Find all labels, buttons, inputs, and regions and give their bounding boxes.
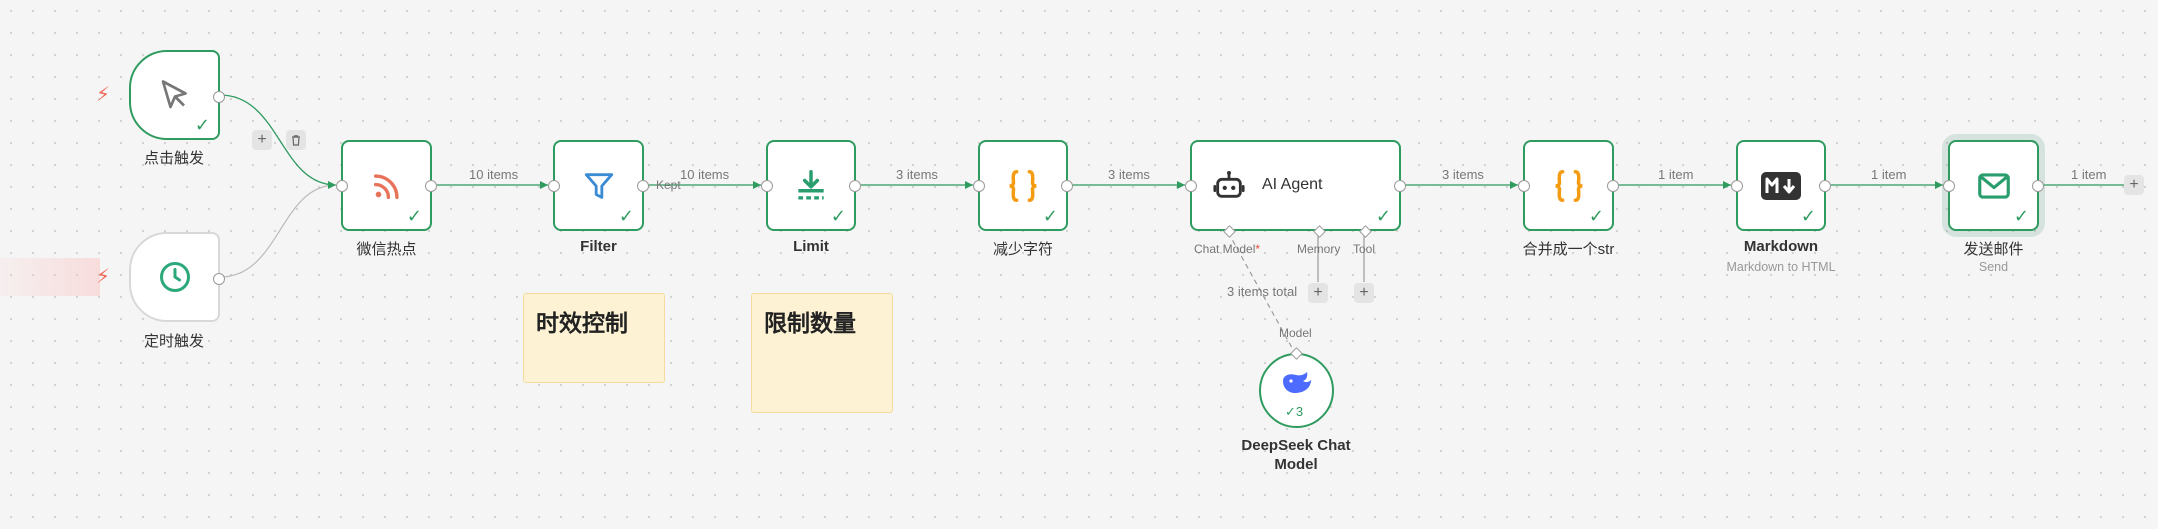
ai-agent-title: AI Agent: [1262, 176, 1323, 193]
manual-trigger-node[interactable]: ✓: [129, 50, 225, 140]
edge-label-reduce-agent: 3 items: [1108, 167, 1150, 182]
manual-trigger-label: 点击触发: [143, 150, 204, 167]
markdown-node[interactable]: ✓: [1731, 140, 1831, 231]
merge-string-label: 合并成一个str: [1522, 241, 1615, 258]
edge-label-agent-merge: 3 items: [1442, 167, 1484, 182]
ai-agent-node[interactable]: AI Agent ✓: [1185, 140, 1406, 238]
filter-icon: [584, 172, 613, 199]
success-check-icon: ✓: [1588, 206, 1604, 226]
clock-icon: [159, 262, 190, 292]
reduce-chars-label: 减少字符: [992, 241, 1053, 258]
merge-string-node[interactable]: ✓: [1518, 140, 1619, 231]
output-port[interactable]: [1061, 180, 1073, 192]
input-port[interactable]: [1731, 180, 1743, 192]
required-mark: *: [1255, 242, 1261, 256]
edge-label-merge-markdown: 1 item: [1658, 167, 1694, 182]
limit-node-label: Limit: [793, 238, 829, 255]
delete-connection-button[interactable]: [286, 130, 306, 150]
deepseek-label-line1: DeepSeek Chat: [1241, 437, 1351, 454]
model-port-label: Model: [1279, 326, 1312, 340]
sticky-note-title: 限制数量: [764, 310, 856, 336]
markdown-icon: [1761, 171, 1801, 200]
schedule-trigger-node[interactable]: [129, 232, 225, 322]
deepseek-model-label: DeepSeek Chat Model: [1216, 436, 1376, 474]
mail-icon: [1977, 172, 2010, 199]
deepseek-status: ✓3: [1285, 404, 1304, 419]
edge-label-rss-filter: 10 items: [469, 167, 519, 182]
add-next-node-button[interactable]: +: [2124, 175, 2144, 195]
success-check-icon: ✓: [2013, 206, 2029, 226]
rss-icon: [373, 173, 399, 199]
edge-label-limit-reduce: 3 items: [896, 167, 938, 182]
add-memory-button[interactable]: +: [1308, 283, 1328, 303]
success-check-icon: ✓: [1375, 206, 1391, 226]
rss-node[interactable]: ✓: [336, 140, 437, 231]
chat-model-text: Chat Model: [1194, 242, 1256, 256]
output-port[interactable]: [1607, 180, 1619, 192]
whale-icon: [1282, 372, 1311, 394]
edge-label-filter-limit: 10 items: [680, 167, 730, 182]
deepseek-label-line2: Model: [1274, 456, 1318, 473]
filter-node-label: Filter: [580, 238, 617, 255]
send-email-label: 发送邮件: [1963, 241, 2024, 258]
output-port[interactable]: [1394, 180, 1406, 192]
success-check-icon: ✓: [618, 206, 634, 226]
chat-model-port-label: Chat Model*: [1194, 242, 1260, 256]
robot-icon: [1213, 170, 1245, 198]
filter-node[interactable]: ✓: [548, 140, 649, 231]
send-email-node[interactable]: ✓: [1943, 140, 2044, 231]
success-check-icon: ✓: [830, 206, 846, 226]
memory-port-label: Memory: [1297, 242, 1341, 256]
schedule-trigger-label: 定时触发: [143, 333, 204, 350]
markdown-node-label: Markdown: [1743, 238, 1819, 255]
success-check-icon: ✓: [194, 115, 210, 135]
send-email-subtitle: Send: [1978, 260, 2009, 274]
input-port[interactable]: [1185, 180, 1197, 192]
filter-output-label: Kept: [656, 178, 681, 192]
output-port[interactable]: [425, 180, 437, 192]
input-port[interactable]: [1943, 180, 1955, 192]
trigger-bolt-icon: ⚡: [96, 266, 111, 288]
success-check-icon: ✓: [406, 206, 422, 226]
output-port[interactable]: [1819, 180, 1831, 192]
markdown-node-subtitle: Markdown to HTML: [1726, 260, 1836, 274]
sticky-note-title: 时效控制: [536, 310, 628, 336]
add-tool-button[interactable]: +: [1354, 283, 1374, 303]
output-port[interactable]: [213, 91, 225, 103]
cursor-icon: [161, 80, 187, 109]
output-port[interactable]: [637, 180, 649, 192]
trigger-bolt-icon: ⚡: [96, 84, 111, 106]
trash-icon: [292, 135, 300, 146]
edge-label-markdown-email: 1 item: [1871, 167, 1907, 182]
deepseek-model-node[interactable]: ✓3: [1259, 347, 1334, 428]
edge-label-email-out: 1 item: [2071, 167, 2107, 182]
sticky-note-limit[interactable]: 限制数量: [751, 293, 893, 413]
output-port[interactable]: [849, 180, 861, 192]
input-port[interactable]: [761, 180, 773, 192]
edge-manual-rss: [219, 94, 337, 186]
run-count: 3: [1295, 404, 1304, 419]
input-port[interactable]: [1518, 180, 1530, 192]
tool-port-label: Tool: [1353, 242, 1376, 256]
output-port[interactable]: [2032, 180, 2044, 192]
edge-label-model-total: 3 items total: [1227, 284, 1298, 299]
input-port[interactable]: [548, 180, 560, 192]
code-braces-icon: [1554, 169, 1583, 202]
reduce-chars-node[interactable]: ✓: [973, 140, 1073, 231]
success-check-icon: ✓: [1042, 206, 1058, 226]
input-port[interactable]: [973, 180, 985, 192]
rss-node-label: 微信热点: [356, 241, 417, 258]
output-port[interactable]: [213, 273, 225, 285]
sticky-note-timeliness[interactable]: 时效控制: [523, 293, 665, 383]
edge-schedule-rss: [219, 184, 337, 278]
limit-node[interactable]: ✓: [761, 140, 861, 231]
code-braces-icon: [1009, 169, 1037, 202]
input-port[interactable]: [336, 180, 348, 192]
limit-icon: [798, 169, 824, 199]
workflow-canvas[interactable]: ⚡ ✓ 点击触发 + ⚡ 定时触发 ✓ 微信热点 ✓ Filter Kept ✓…: [0, 0, 2158, 529]
add-node-button[interactable]: +: [252, 130, 272, 150]
success-check-icon: ✓: [1800, 206, 1816, 226]
